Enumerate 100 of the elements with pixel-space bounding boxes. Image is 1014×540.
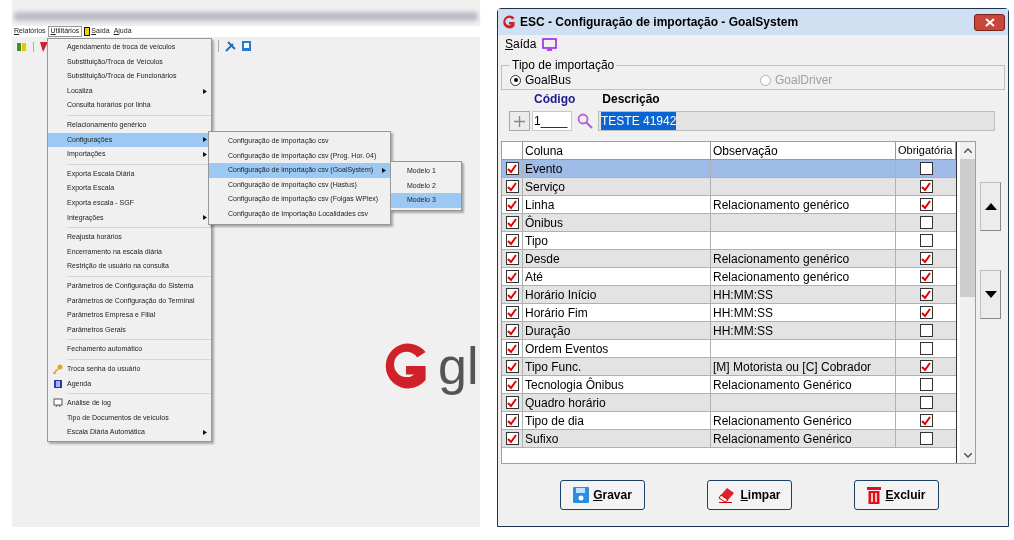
table-row[interactable]: Linha Relacionamento genérico bbox=[502, 196, 956, 214]
row-checkbox[interactable] bbox=[505, 324, 519, 337]
search-icon[interactable] bbox=[577, 113, 593, 129]
check-icon bbox=[921, 253, 931, 264]
row-checkbox[interactable] bbox=[505, 180, 519, 193]
check-icon bbox=[921, 361, 931, 372]
row-checkbox[interactable] bbox=[505, 342, 519, 355]
row-checkbox[interactable] bbox=[505, 234, 519, 247]
delete-button[interactable]: Excluir bbox=[854, 480, 939, 510]
description-label: Descrição bbox=[602, 91, 660, 108]
required-checkbox[interactable] bbox=[919, 216, 933, 229]
column-header[interactable]: Observação bbox=[711, 142, 896, 159]
code-field[interactable]: 1____ bbox=[532, 111, 572, 131]
check-icon bbox=[921, 415, 931, 426]
table-row[interactable]: Sufixo Relacionamento Genérico bbox=[502, 430, 956, 448]
radio-option[interactable]: GoalBus bbox=[510, 71, 760, 89]
table-cell: Ônibus bbox=[523, 214, 711, 231]
table-cell: Tipo Func. bbox=[523, 358, 711, 375]
toolbar-icon[interactable] bbox=[17, 42, 27, 52]
monitor-icon[interactable] bbox=[542, 37, 558, 51]
save-button[interactable]: Gravar bbox=[560, 480, 645, 510]
eraser-icon bbox=[718, 487, 737, 503]
scrollbar[interactable] bbox=[960, 142, 975, 463]
table-cell: HH:MM:SS bbox=[711, 322, 896, 339]
submenu-arrow-icon bbox=[382, 168, 386, 173]
description-field[interactable]: TESTE 41942 bbox=[598, 111, 995, 131]
row-checkbox[interactable] bbox=[505, 378, 519, 391]
column-header[interactable]: Coluna bbox=[523, 142, 711, 159]
check-icon bbox=[507, 289, 517, 300]
row-checkbox[interactable] bbox=[505, 414, 519, 427]
required-checkbox[interactable] bbox=[919, 360, 933, 373]
submenu-arrow-icon bbox=[203, 430, 207, 436]
column-header[interactable]: Obrigatória bbox=[896, 142, 956, 159]
row-checkbox[interactable] bbox=[505, 216, 519, 229]
move-down-button[interactable] bbox=[980, 270, 1001, 319]
required-checkbox[interactable] bbox=[919, 234, 933, 247]
table-row[interactable]: Tipo bbox=[502, 232, 956, 250]
row-checkbox[interactable] bbox=[505, 396, 519, 409]
row-checkbox[interactable] bbox=[505, 252, 519, 265]
menu-item[interactable]: Saída bbox=[505, 35, 537, 53]
required-checkbox[interactable] bbox=[919, 198, 933, 211]
submenu-arrow-icon bbox=[203, 215, 207, 221]
required-checkbox[interactable] bbox=[919, 378, 933, 391]
monitor-icon bbox=[52, 398, 63, 409]
check-icon bbox=[921, 199, 931, 210]
row-checkbox[interactable] bbox=[505, 162, 519, 175]
scroll-down-icon[interactable] bbox=[963, 453, 972, 458]
check-icon bbox=[507, 397, 517, 408]
check-icon bbox=[507, 415, 517, 426]
table-cell: Serviço bbox=[523, 178, 711, 195]
required-checkbox[interactable] bbox=[919, 396, 933, 409]
table-row[interactable]: Horário Início HH:MM:SS bbox=[502, 286, 956, 304]
row-checkbox[interactable] bbox=[505, 198, 519, 211]
table-cell: Quadro horário bbox=[523, 394, 711, 411]
table-row[interactable]: Ordem Eventos bbox=[502, 340, 956, 358]
row-checkbox[interactable] bbox=[505, 360, 519, 373]
required-checkbox[interactable] bbox=[919, 342, 933, 355]
required-checkbox[interactable] bbox=[919, 162, 933, 175]
row-checkbox[interactable] bbox=[505, 306, 519, 319]
submenu-arrow-icon bbox=[203, 88, 207, 94]
table-row[interactable]: Duração HH:MM:SS bbox=[502, 322, 956, 340]
clear-button[interactable]: Limpar bbox=[707, 480, 792, 510]
toolbar-icon[interactable] bbox=[242, 41, 251, 51]
check-icon bbox=[507, 361, 517, 372]
required-checkbox[interactable] bbox=[919, 180, 933, 193]
tools-icon[interactable] bbox=[225, 40, 236, 52]
trash-icon bbox=[867, 486, 882, 504]
table-row[interactable]: Tipo Func. [M] Motorista ou [C] Cobrador bbox=[502, 358, 956, 376]
scroll-thumb[interactable] bbox=[960, 159, 975, 297]
table-row[interactable]: Evento bbox=[502, 160, 956, 178]
move-up-button[interactable] bbox=[980, 182, 1001, 231]
row-checkbox[interactable] bbox=[505, 288, 519, 301]
table-row[interactable]: Tipo de dia Relacionamento Genérico bbox=[502, 412, 956, 430]
close-button[interactable] bbox=[974, 13, 1005, 31]
table-row[interactable]: Até Relacionamento genérico bbox=[502, 268, 956, 286]
required-checkbox[interactable] bbox=[919, 270, 933, 283]
required-checkbox[interactable] bbox=[919, 414, 933, 427]
table-row[interactable]: Ônibus bbox=[502, 214, 956, 232]
table-row[interactable]: Quadro horário bbox=[502, 394, 956, 412]
add-button[interactable] bbox=[509, 111, 530, 131]
row-checkbox[interactable] bbox=[505, 432, 519, 445]
scroll-up-icon[interactable] bbox=[963, 148, 972, 153]
table-row[interactable]: Horário Fim HH:MM:SS bbox=[502, 304, 956, 322]
check-icon bbox=[507, 307, 517, 318]
table-cell: Desde bbox=[523, 250, 711, 267]
required-checkbox[interactable] bbox=[919, 324, 933, 337]
required-checkbox[interactable] bbox=[919, 432, 933, 445]
table-row[interactable]: Tecnologia Ônibus Relacionamento Genérico bbox=[502, 376, 956, 394]
required-checkbox[interactable] bbox=[919, 306, 933, 319]
required-checkbox[interactable] bbox=[919, 252, 933, 265]
required-checkbox[interactable] bbox=[919, 288, 933, 301]
row-checkbox[interactable] bbox=[505, 270, 519, 283]
check-icon bbox=[507, 181, 517, 192]
check-icon bbox=[507, 271, 517, 282]
plus-icon bbox=[514, 115, 525, 127]
table-cell: Horário Início bbox=[523, 286, 711, 303]
check-icon bbox=[921, 289, 931, 300]
table-cell: Relacionamento genérico bbox=[711, 196, 896, 213]
table-row[interactable]: Serviço bbox=[502, 178, 956, 196]
table-row[interactable]: Desde Relacionamento genérico bbox=[502, 250, 956, 268]
